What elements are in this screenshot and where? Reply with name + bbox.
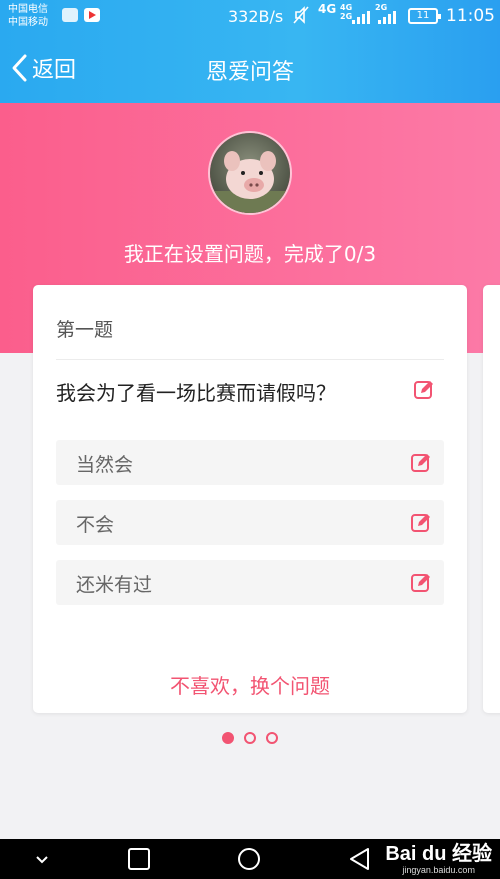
pager-dot-1[interactable] [222, 732, 234, 744]
pig-avatar-image [210, 133, 290, 213]
signal-2-icon [378, 8, 400, 24]
recents-square-icon[interactable] [127, 847, 151, 871]
answer-option-3[interactable]: 还米有过 [56, 560, 444, 605]
switch-question-button[interactable]: 不喜欢，换个问题 [33, 670, 467, 699]
system-nav-bar: Bai du 经验 jingyan.baidu.com [0, 839, 500, 879]
video-app-icon [84, 8, 100, 22]
baidu-jingyan-watermark: Bai du 经验 jingyan.baidu.com [385, 843, 492, 875]
question-card: 第一题 我会为了看一场比赛而请假吗？ 当然会 不会 还米有过 不喜欢，换个问题 [33, 285, 467, 713]
battery-icon: 11 [408, 8, 441, 24]
divider [56, 359, 444, 360]
watermark-url: jingyan.baidu.com [402, 865, 475, 875]
answer-option-2[interactable]: 不会 [56, 500, 444, 545]
question-text: 我会为了看一场比赛而请假吗？ [56, 381, 336, 405]
pager-dot-2[interactable] [244, 732, 256, 744]
edit-option-icon[interactable] [410, 512, 432, 534]
network-sub-labels: 4G 2G [340, 3, 353, 21]
clock: 11:05 [446, 6, 495, 26]
network-type: 4G [318, 2, 337, 16]
edit-option-icon[interactable] [410, 452, 432, 474]
answer-option-label: 还米有过 [76, 574, 153, 596]
next-card-peek[interactable] [483, 285, 500, 713]
net-speed: 332B/s [228, 7, 284, 26]
page-title: 恩爱问答 [205, 60, 294, 85]
battery-level: 11 [416, 10, 430, 21]
edit-option-icon[interactable] [410, 572, 432, 594]
carrier-1: 中国电信 [8, 4, 48, 15]
mute-icon [293, 6, 309, 28]
question-index: 第一题 [56, 319, 114, 341]
watermark-brand: Bai du 经验 [385, 843, 492, 865]
chevron-down-icon[interactable] [30, 847, 54, 871]
app-header: 中国电信 中国移动 332B/s 4G 4G 2G 2G 11 11:05 返回… [0, 0, 500, 103]
status-bar: 中国电信 中国移动 332B/s 4G 4G 2G 2G 11 11:05 [0, 0, 500, 36]
progress-text: 我正在设置问题，完成了0/3 [123, 242, 377, 266]
answer-option-label: 不会 [76, 514, 115, 536]
home-circle-icon[interactable] [237, 847, 261, 871]
answer-option-1[interactable]: 当然会 [56, 440, 444, 485]
nav-bar: 返回 恩爱问答 [0, 44, 500, 96]
edit-question-icon[interactable] [413, 379, 435, 401]
answer-option-label: 当然会 [76, 454, 134, 476]
carrier-2: 中国移动 [8, 17, 48, 28]
pager-dot-3[interactable] [266, 732, 278, 744]
avatar[interactable] [208, 131, 292, 215]
back-triangle-icon[interactable] [348, 847, 372, 871]
carrier-info: 中国电信 中国移动 [8, 3, 48, 29]
notification-icon [62, 8, 78, 22]
signal-1-icon [352, 8, 374, 24]
pager-dots [222, 732, 278, 744]
